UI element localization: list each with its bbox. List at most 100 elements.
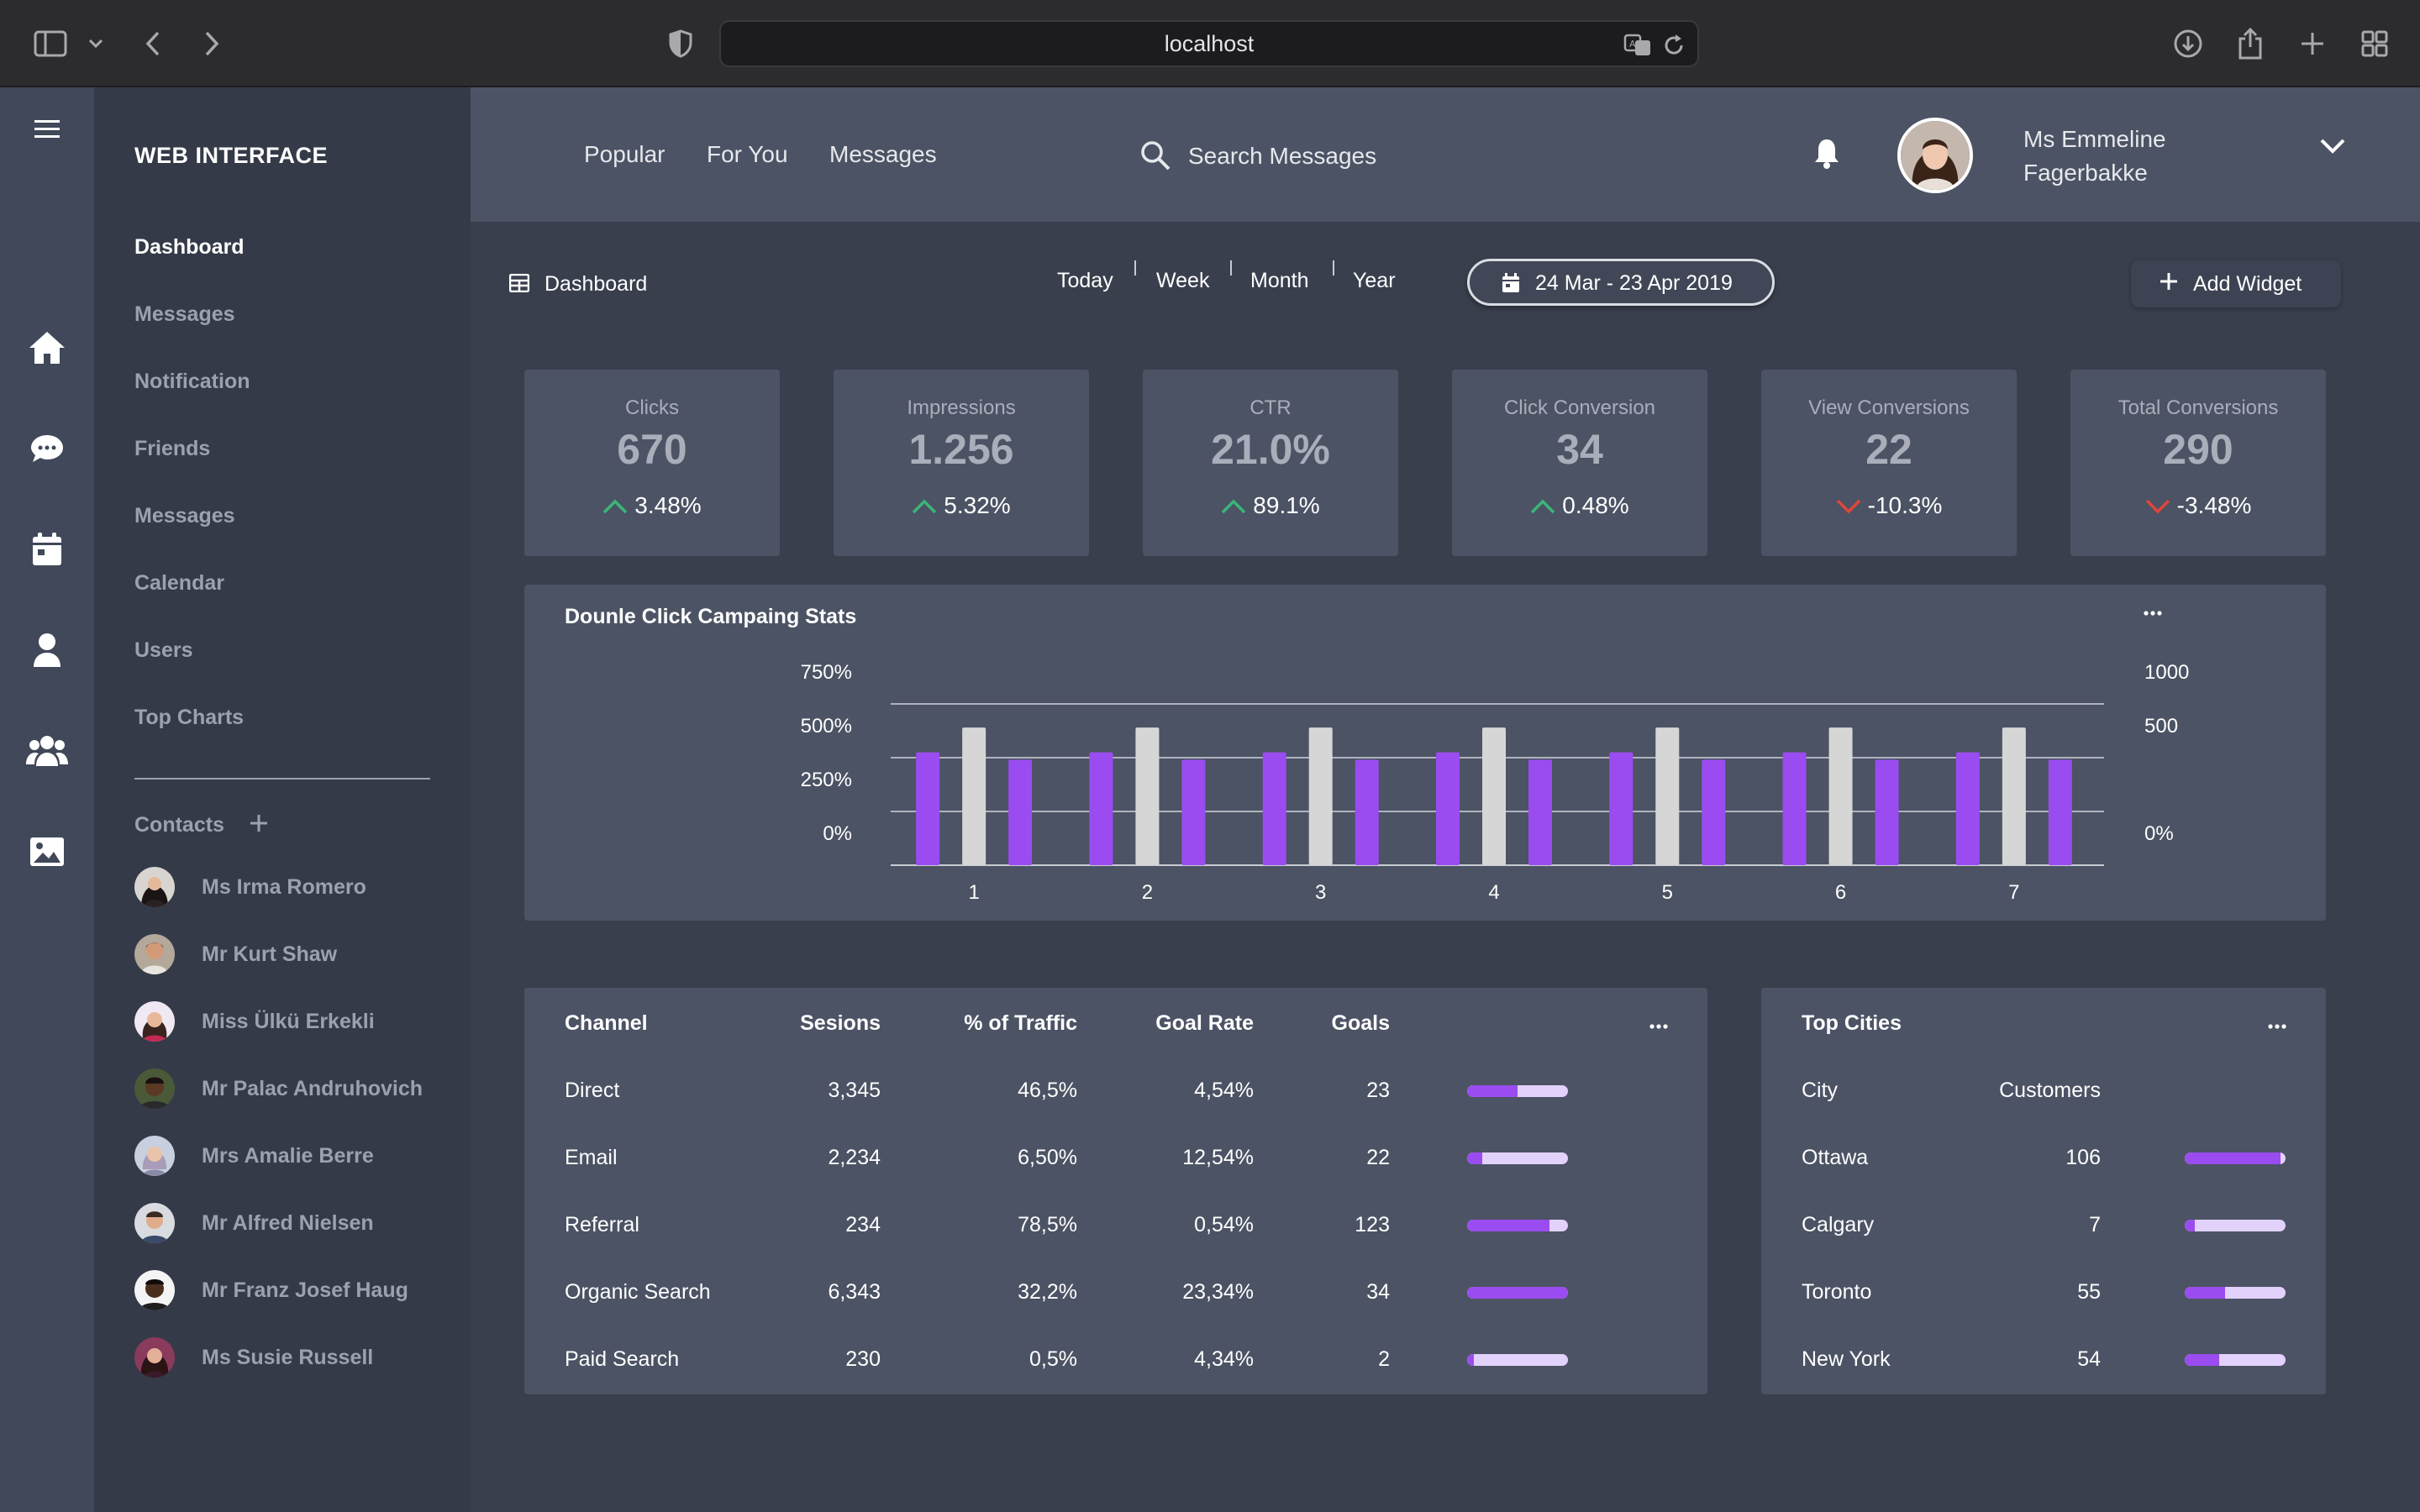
new-tab-icon[interactable] <box>2294 25 2331 62</box>
cell-goal-rate: 12,54% <box>1182 1146 1254 1169</box>
search-input[interactable]: Search Messages <box>1188 143 1376 170</box>
kpi-label: Clicks <box>625 396 679 419</box>
x-tick-label: 2 <box>1142 881 1153 904</box>
cell-city: Toronto <box>1802 1280 1872 1304</box>
nav-messages[interactable]: Messages <box>829 141 937 168</box>
calendar-icon[interactable] <box>24 526 71 573</box>
kpi-change: -3.48% <box>2070 492 2326 519</box>
contact-item[interactable]: Mrs Amalie Berre <box>134 1136 374 1176</box>
chart-bar <box>962 727 986 865</box>
kpi-change-value: 0.48% <box>1562 492 1629 518</box>
progress-fill <box>1467 1354 1475 1366</box>
kpi-card-view-conversions: View Conversions 22 -10.3% <box>1761 370 2017 556</box>
contact-item[interactable]: Mr Franz Josef Haug <box>134 1270 408 1310</box>
sidebar-item-dashboard[interactable]: Dashboard <box>134 235 245 260</box>
contact-item[interactable]: Miss Ülkü Erkekli <box>134 1001 375 1042</box>
address-bar[interactable]: localhost A <box>719 20 1699 67</box>
contact-item[interactable]: Mr Palac Andruhovich <box>134 1068 423 1109</box>
period-divider <box>1333 260 1334 276</box>
back-icon[interactable] <box>134 25 171 62</box>
avatar <box>134 1068 175 1109</box>
sidebar-item-top-charts[interactable]: Top Charts <box>134 706 244 730</box>
period-week[interactable]: Week <box>1156 269 1209 293</box>
nav-for-you[interactable]: For You <box>707 141 788 168</box>
home-icon[interactable] <box>24 324 71 371</box>
chart-bar <box>1655 727 1680 865</box>
contact-name: Mr Alfred Nielsen <box>202 1210 374 1235</box>
translate-icon[interactable]: A <box>1623 30 1654 60</box>
progress-bar <box>1467 1287 1568 1299</box>
cell-traffic: 6,50% <box>1018 1146 1077 1169</box>
x-tick-label: 7 <box>2008 881 2019 904</box>
download-icon[interactable] <box>2170 25 2207 62</box>
tab-overview-icon[interactable] <box>2356 25 2393 62</box>
more-options-icon[interactable] <box>2136 603 2170 623</box>
more-options-icon[interactable] <box>1642 1016 1676 1037</box>
forward-icon[interactable] <box>193 25 230 62</box>
progress-bar <box>1467 1085 1568 1097</box>
y-tick-label-left: 250% <box>801 769 852 791</box>
add-widget-label: Add Widget <box>2193 272 2302 296</box>
sidebar-item-notification[interactable]: Notification <box>134 370 250 394</box>
chat-icon[interactable] <box>24 425 71 472</box>
avatar <box>134 1270 175 1310</box>
trend-up-icon <box>913 499 937 514</box>
add-contact-button[interactable] <box>244 808 274 838</box>
cell-customers: 54 <box>2077 1347 2101 1371</box>
chart-bar <box>1528 759 1552 865</box>
trend-down-icon <box>1836 499 1860 514</box>
image-icon[interactable] <box>24 828 71 875</box>
trend-up-icon <box>603 499 628 514</box>
sidebar-item-messages[interactable]: Messages <box>134 302 235 327</box>
cell-sessions: 3,345 <box>828 1079 881 1102</box>
kpi-change-value: -3.48% <box>2176 492 2252 518</box>
sidebar-item-users[interactable]: Users <box>134 638 193 663</box>
search-icon[interactable] <box>1139 139 1173 173</box>
chart-bar <box>2002 727 2026 865</box>
chart-bar <box>1782 752 1807 865</box>
shield-icon[interactable] <box>662 25 699 62</box>
sidebar-item-friends[interactable]: Friends <box>134 437 210 461</box>
user-icon[interactable] <box>24 627 71 674</box>
sidebar-item-calendar[interactable]: Calendar <box>134 571 224 596</box>
y-tick-label-left: 500% <box>801 715 852 738</box>
kpi-value: 670 <box>617 426 687 473</box>
cell-sessions: 234 <box>845 1213 881 1236</box>
users-icon[interactable] <box>24 727 71 774</box>
nav-popular[interactable]: Popular <box>584 141 666 168</box>
progress-bar <box>2185 1287 2286 1299</box>
reload-icon[interactable] <box>1659 30 1689 60</box>
menu-icon[interactable] <box>24 106 71 153</box>
period-year[interactable]: Year <box>1353 269 1396 293</box>
x-tick-label: 5 <box>1662 881 1673 904</box>
user-avatar[interactable] <box>1897 118 1973 193</box>
contact-item[interactable]: Mr Kurt Shaw <box>134 934 337 974</box>
more-options-icon[interactable] <box>2260 1016 2294 1037</box>
share-icon[interactable] <box>2232 25 2269 62</box>
bell-icon[interactable] <box>1812 136 1849 173</box>
column-header-sessions: Sesions <box>800 1011 881 1035</box>
sidebar-item-messages-2[interactable]: Messages <box>134 504 235 528</box>
user-first-line: Ms Emmeline <box>2023 126 2166 152</box>
chevron-down-icon[interactable] <box>77 25 114 62</box>
chart-bar <box>1828 727 1853 865</box>
contact-item[interactable]: Mr Alfred Nielsen <box>134 1203 374 1243</box>
kpi-change-value: 89.1% <box>1253 492 1320 518</box>
add-widget-button[interactable]: Add Widget <box>2131 260 2341 307</box>
icon-rail <box>0 87 94 1512</box>
cell-goal-rate: 23,34% <box>1182 1280 1254 1304</box>
trend-down-icon <box>2145 499 2170 514</box>
avatar <box>134 934 175 974</box>
top-cities-title: Top Cities <box>1802 1011 1902 1035</box>
contact-item[interactable]: Ms Susie Russell <box>134 1337 373 1378</box>
period-month[interactable]: Month <box>1250 269 1308 293</box>
user-name[interactable]: Ms Emmeline Fagerbakke <box>2023 123 2242 190</box>
period-today[interactable]: Today <box>1057 269 1113 293</box>
chevron-down-icon[interactable] <box>2319 138 2356 175</box>
chart-bar <box>1355 759 1379 865</box>
progress-bar <box>2185 1354 2286 1366</box>
contact-name: Ms Irma Romero <box>202 874 366 899</box>
sidebar-toggle-icon[interactable] <box>32 25 69 62</box>
date-range-picker[interactable]: 24 Mar - 23 Apr 2019 <box>1467 259 1775 306</box>
contact-item[interactable]: Ms Irma Romero <box>134 867 366 907</box>
